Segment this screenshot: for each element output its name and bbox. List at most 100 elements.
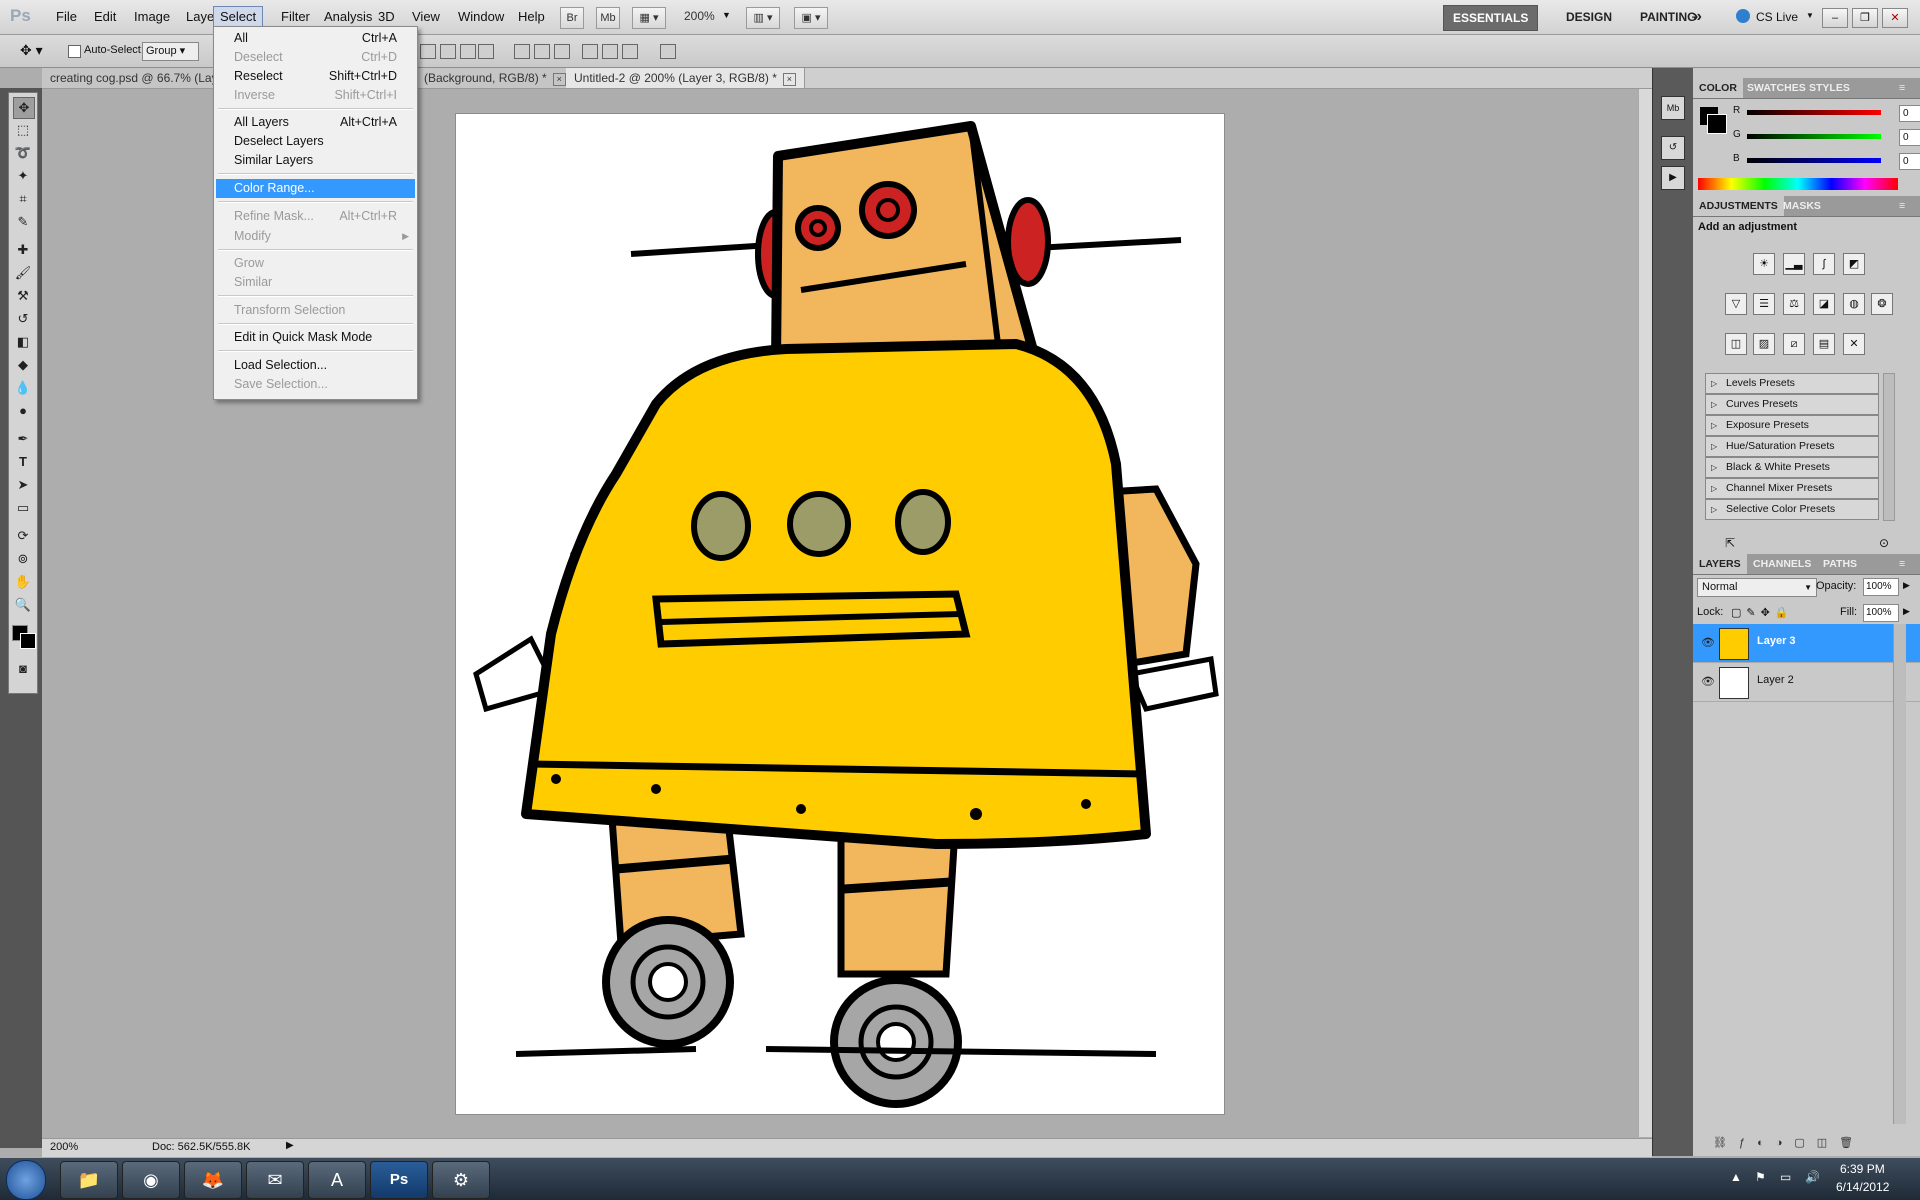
tab-swatches[interactable]: SWATCHES	[1741, 78, 1812, 98]
blue-value-field[interactable]: 0	[1899, 153, 1920, 170]
tab-paths[interactable]: PATHS	[1817, 554, 1863, 574]
visibility-eye-icon[interactable]: 👁	[1701, 636, 1715, 649]
menu-filter[interactable]: Filter	[275, 7, 316, 27]
selective-color-icon[interactable]: ✕	[1843, 333, 1865, 355]
layer-name[interactable]: Layer 2	[1757, 674, 1794, 686]
green-gradient-bar[interactable]	[1747, 134, 1881, 139]
tab-masks[interactable]: MASKS	[1777, 196, 1827, 216]
auto-select-dropdown[interactable]: Group ▾	[142, 42, 199, 61]
menuitem-load-selection[interactable]: Load Selection...	[216, 356, 415, 375]
distribute-vcenter-icon[interactable]	[534, 44, 550, 59]
close-icon[interactable]: ×	[552, 73, 566, 86]
menuitem-similar-layers[interactable]: Similar Layers	[216, 151, 415, 170]
photoshop-taskbar-icon[interactable]: Ps	[370, 1161, 428, 1199]
taskbar-date[interactable]: 6/14/2012	[1836, 1180, 1889, 1194]
bridge-button[interactable]: Br	[560, 7, 584, 29]
color-balance-icon[interactable]: ⚖	[1783, 293, 1805, 315]
menuitem-deselect-layers[interactable]: Deselect Layers	[216, 132, 415, 151]
align-bottom-icon[interactable]	[460, 44, 476, 59]
mini-bridge-button[interactable]: Mb	[596, 7, 620, 29]
tab-background-doc[interactable]: (Background, RGB/8) * ×	[416, 68, 575, 88]
status-zoom[interactable]: 200%	[50, 1141, 78, 1153]
menu-3d[interactable]: 3D	[372, 7, 401, 27]
menu-analysis[interactable]: Analysis	[318, 7, 378, 27]
background-color-swatch[interactable]	[20, 633, 36, 649]
menuitem-all-layers[interactable]: All Layers Alt+Ctrl+A	[216, 113, 415, 132]
more-workspaces-button[interactable]: »	[1684, 5, 1711, 29]
history-panel-icon[interactable]: ↺	[1661, 136, 1685, 160]
distribute-right-icon[interactable]	[622, 44, 638, 59]
menu-image[interactable]: Image	[128, 7, 176, 27]
layer-actions-icons[interactable]: ⛓ƒ◐◑▢◫🗑	[1713, 1136, 1865, 1149]
hand-tool-icon[interactable]: ✋	[13, 572, 33, 592]
path-selection-tool-icon[interactable]: ➤	[13, 475, 33, 495]
screen-mode-button[interactable]: ▣ ▾	[794, 7, 828, 29]
posterize-icon[interactable]: ▨	[1753, 333, 1775, 355]
crop-tool-icon[interactable]: ⌗	[13, 189, 33, 209]
gradient-map-icon[interactable]: ▤	[1813, 333, 1835, 355]
paint-bucket-tool-icon[interactable]: ◆	[13, 355, 33, 375]
channel-mixer-icon[interactable]: ❂	[1871, 293, 1893, 315]
brightness-icon[interactable]: ☀	[1753, 253, 1775, 275]
menuitem-color-range[interactable]: Color Range...	[216, 179, 415, 198]
return-to-list-icon[interactable]: ⇱	[1725, 536, 1735, 550]
clip-to-layer-icon[interactable]: ⊙	[1879, 536, 1889, 550]
blur-tool-icon[interactable]: 💧	[13, 378, 33, 398]
workspace-essentials[interactable]: ESSENTIALS	[1443, 5, 1539, 31]
panel-menu-icon[interactable]: ≡	[1893, 554, 1911, 574]
exposure-icon[interactable]: ◩	[1843, 253, 1865, 275]
threshold-icon[interactable]: ⧄	[1783, 333, 1805, 355]
arrange-documents-button[interactable]: ▥ ▾	[746, 7, 780, 29]
3d-rotate-tool-icon[interactable]: ⟳	[13, 526, 33, 546]
preset-levels[interactable]: ▷ Levels Presets	[1705, 373, 1879, 394]
lock-options-icons[interactable]: ▢✎✥🔒	[1731, 606, 1794, 619]
distribute-top-icon[interactable]	[514, 44, 530, 59]
start-button-icon[interactable]	[6, 1160, 46, 1200]
align-vcenter-icon[interactable]	[440, 44, 456, 59]
red-gradient-bar[interactable]	[1747, 110, 1881, 115]
black-white-icon[interactable]: ◪	[1813, 293, 1835, 315]
align-top-icon[interactable]	[420, 44, 436, 59]
cs-live-button[interactable]: CS Live	[1756, 10, 1798, 24]
align-left-icon[interactable]	[478, 44, 494, 59]
close-button[interactable]: ✕	[1882, 8, 1908, 28]
hue-saturation-icon[interactable]: ☰	[1753, 293, 1775, 315]
fill-field[interactable]: 100%	[1863, 604, 1899, 622]
3d-orbit-tool-icon[interactable]: ⊚	[13, 549, 33, 569]
acrobat-taskbar-icon[interactable]: A	[308, 1161, 366, 1199]
rectangle-tool-icon[interactable]: ▭	[13, 498, 33, 518]
marquee-tool-icon[interactable]: ⬚	[13, 120, 33, 140]
opacity-field[interactable]: 100%	[1863, 578, 1899, 596]
tab-untitled-2[interactable]: Untitled-2 @ 200% (Layer 3, RGB/8) * ×	[566, 68, 805, 88]
app-taskbar-icon[interactable]: ⚙	[432, 1161, 490, 1199]
workspace-design[interactable]: DESIGN	[1557, 5, 1621, 29]
tab-layers[interactable]: LAYERS	[1693, 554, 1747, 574]
move-tool-preset-icon[interactable]: ✥ ▾	[20, 42, 43, 59]
menu-help[interactable]: Help	[512, 7, 551, 27]
layer-row-layer-3[interactable]: 👁 Layer 3	[1693, 624, 1920, 663]
menuitem-all[interactable]: All Ctrl+A	[216, 29, 415, 48]
tab-channels[interactable]: CHANNELS	[1747, 554, 1817, 574]
preset-curves[interactable]: ▷ Curves Presets	[1705, 394, 1879, 415]
menu-file[interactable]: File	[50, 7, 83, 27]
close-icon[interactable]: ×	[782, 73, 796, 86]
healing-brush-tool-icon[interactable]: ✚	[13, 240, 33, 260]
menu-window[interactable]: Window	[452, 7, 510, 27]
status-menu-arrow-icon[interactable]: ▶	[286, 1140, 294, 1151]
chrome-taskbar-icon[interactable]: ◉	[122, 1161, 180, 1199]
distribute-left-icon[interactable]	[582, 44, 598, 59]
zoom-level-select[interactable]: 200%	[684, 9, 715, 23]
color-spectrum-bar[interactable]	[1698, 178, 1898, 190]
document-canvas[interactable]	[456, 114, 1224, 1114]
auto-align-icon[interactable]	[660, 44, 676, 59]
menuitem-reselect[interactable]: Reselect Shift+Ctrl+D	[216, 67, 415, 86]
vibrance-icon[interactable]: ▽	[1725, 293, 1747, 315]
tab-creating-cog[interactable]: creating cog.psd @ 66.7% (Layer	[42, 68, 221, 88]
preset-selective-color[interactable]: ▷ Selective Color Presets	[1705, 499, 1879, 520]
preset-hue-saturation[interactable]: ▷ Hue/Saturation Presets	[1705, 436, 1879, 457]
lasso-tool-icon[interactable]: ➰	[13, 143, 33, 163]
move-tool-icon[interactable]: ✥	[13, 97, 35, 119]
tray-flag-icon[interactable]: ⚑	[1755, 1170, 1766, 1184]
menu-select[interactable]: Select	[213, 6, 264, 28]
quick-mask-icon[interactable]: ◙	[13, 659, 33, 679]
